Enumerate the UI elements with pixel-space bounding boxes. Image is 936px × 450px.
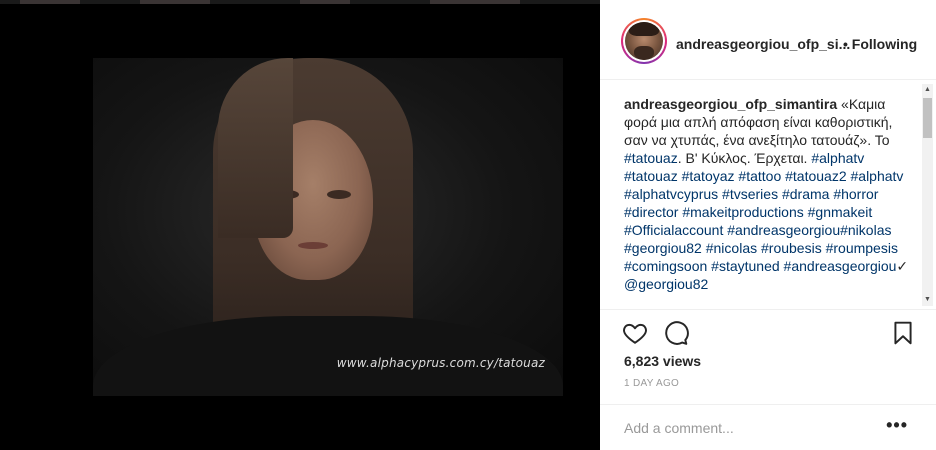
post-caption: andreasgeorgiou_ofp_simantira «Καμια φορ…: [624, 95, 914, 293]
video-frame-fringe: [218, 58, 293, 238]
caption-text-2: . Β' Κύκλος. Έρχεται.: [677, 150, 812, 166]
following-label[interactable]: Following: [852, 36, 917, 52]
heart-icon[interactable]: [622, 320, 648, 346]
comment-input[interactable]: Add a comment...: [624, 420, 734, 436]
scroll-down-arrow-icon[interactable]: ▼: [922, 294, 933, 306]
mention-link[interactable]: @georgiou82: [624, 276, 708, 292]
avatar[interactable]: [625, 22, 663, 60]
hashtag-link[interactable]: #tatouaz: [624, 150, 678, 166]
post-header: andreasgeorgiou_ofp_si... • Following: [600, 0, 936, 80]
scroll-up-arrow-icon[interactable]: ▲: [922, 84, 933, 96]
comments-scrollbar[interactable]: ▲ ▼: [922, 84, 933, 306]
scrollbar-thumb[interactable]: [923, 98, 932, 138]
post-panel: andreasgeorgiou_ofp_si... • Following an…: [600, 0, 936, 450]
top-strip: [0, 0, 600, 4]
bookmark-icon[interactable]: [890, 320, 916, 346]
video-player[interactable]: www.alphacyprus.com.cy/tatouaz: [93, 58, 563, 396]
bullet-separator: •: [843, 36, 848, 52]
video-watermark: www.alphacyprus.com.cy/tatouaz: [336, 356, 545, 370]
views-count[interactable]: 6,823 views: [624, 353, 701, 369]
header-username[interactable]: andreasgeorgiou_ofp_si...: [676, 36, 850, 52]
caption-username[interactable]: andreasgeorgiou_ofp_simantira: [624, 96, 837, 112]
comment-bubble-icon[interactable]: [663, 320, 689, 346]
check-mark: ✓: [896, 258, 909, 274]
media-area: www.alphacyprus.com.cy/tatouaz: [0, 0, 600, 450]
more-options-icon[interactable]: •••: [886, 415, 908, 436]
post-date[interactable]: 1 DAY AGO: [624, 378, 679, 389]
action-bar: [600, 309, 936, 354]
comments-section: andreasgeorgiou_ofp_simantira «Καμια φορ…: [600, 81, 936, 309]
story-ring[interactable]: [621, 18, 667, 64]
hashtag-list[interactable]: #alphatv #tatouaz #tatoyaz #tattoo #tato…: [624, 150, 903, 274]
add-comment-section: Add a comment... •••: [600, 404, 936, 450]
following-button[interactable]: • Following: [843, 36, 917, 52]
